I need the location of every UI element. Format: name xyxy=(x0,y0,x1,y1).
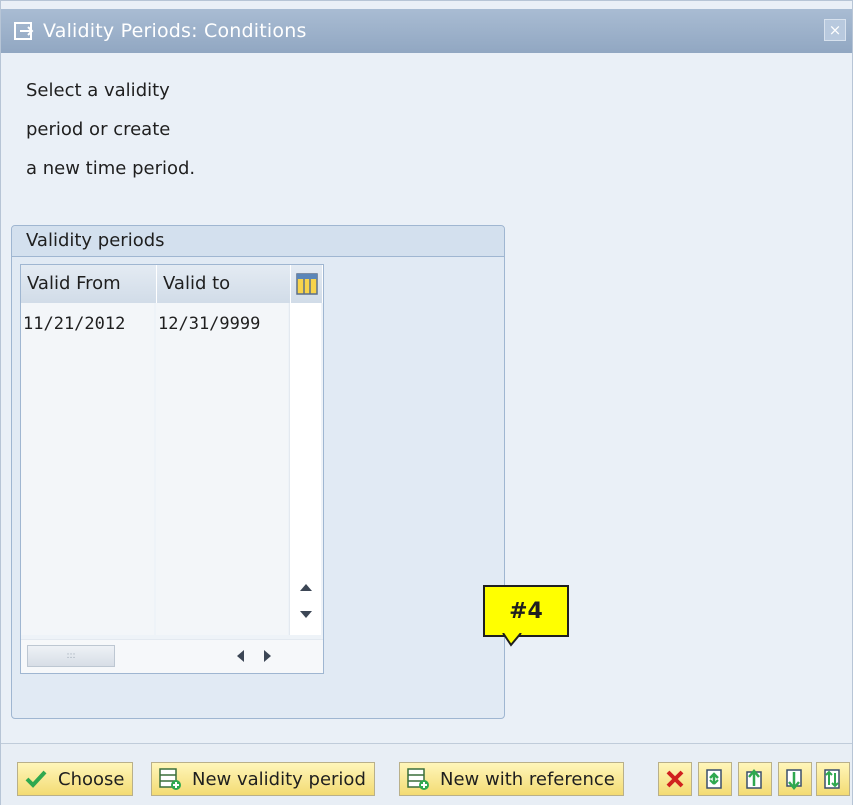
choose-button[interactable]: Choose xyxy=(17,762,134,796)
column-config-icon xyxy=(295,273,318,295)
window-menu-icon[interactable] xyxy=(13,20,35,42)
scroll-up-button[interactable] xyxy=(290,573,322,601)
step-callout: #4 xyxy=(483,585,569,637)
callout-pointer-icon xyxy=(502,633,522,647)
arrow-down-icon xyxy=(300,611,312,618)
scroll-left-button[interactable] xyxy=(229,645,251,667)
vertical-scrollbar[interactable] xyxy=(289,303,321,635)
reload-button[interactable] xyxy=(698,762,732,796)
intro-line: a new time period. xyxy=(26,158,196,179)
scroll-down-button[interactable] xyxy=(290,601,322,629)
cancel-button[interactable] xyxy=(658,762,692,796)
table-column-bg xyxy=(156,303,288,635)
horizontal-scrollbar[interactable]: ::: xyxy=(21,639,323,673)
upload-button[interactable] xyxy=(738,762,772,796)
arrow-left-icon xyxy=(237,650,244,662)
arrow-up-icon xyxy=(300,584,312,591)
arrow-right-icon xyxy=(264,650,271,662)
intro-line: Select a validity xyxy=(26,80,170,101)
title-bar: Validity Periods: Conditions × xyxy=(1,9,852,53)
upload-icon xyxy=(746,769,762,789)
cell-valid-from[interactable]: 11/21/2012 xyxy=(21,307,156,341)
cancel-icon xyxy=(666,770,684,788)
new-validity-period-label: New validity period xyxy=(192,768,366,790)
scroll-right-button[interactable] xyxy=(257,645,279,667)
grip-icon: ::: xyxy=(66,651,76,661)
table-column-bg xyxy=(21,303,154,635)
intro-text: Select a validity period or create a new… xyxy=(26,71,286,188)
reload-icon xyxy=(706,769,722,789)
cell-valid-to[interactable]: 12/31/9999 xyxy=(156,307,290,341)
download-icon xyxy=(786,769,802,790)
scrollbar-thumb[interactable]: ::: xyxy=(27,645,115,667)
dialog-window: Validity Periods: Conditions × Select a … xyxy=(0,0,853,805)
table-row[interactable]: 11/21/2012 12/31/9999 xyxy=(21,307,290,341)
group-title: Validity periods xyxy=(12,226,504,257)
column-header-valid-to[interactable]: Valid to xyxy=(157,265,291,303)
new-validity-period-button[interactable]: New validity period xyxy=(151,762,375,796)
button-bar: Choose New validity period New with refe… xyxy=(1,743,852,805)
new-with-reference-button[interactable]: New with reference xyxy=(399,762,624,796)
validity-table: Valid From Valid to 11/21/2012 12/31/999… xyxy=(20,264,324,674)
sync-icon xyxy=(824,769,840,789)
window-title: Validity Periods: Conditions xyxy=(43,20,307,42)
new-row-icon xyxy=(406,767,430,791)
table-settings-button[interactable] xyxy=(291,265,323,303)
sync-button[interactable] xyxy=(816,762,850,796)
intro-line: period or create xyxy=(26,119,171,140)
column-header-valid-from[interactable]: Valid From xyxy=(21,265,157,303)
new-with-reference-label: New with reference xyxy=(440,768,615,790)
check-icon xyxy=(24,767,48,791)
table-header: Valid From Valid to xyxy=(21,265,323,303)
validity-periods-group: Validity periods Valid From Valid to 11/… xyxy=(11,225,505,719)
new-row-icon xyxy=(158,767,182,791)
close-button[interactable]: × xyxy=(824,19,846,41)
download-button[interactable] xyxy=(778,762,812,796)
choose-label: Choose xyxy=(58,768,125,790)
